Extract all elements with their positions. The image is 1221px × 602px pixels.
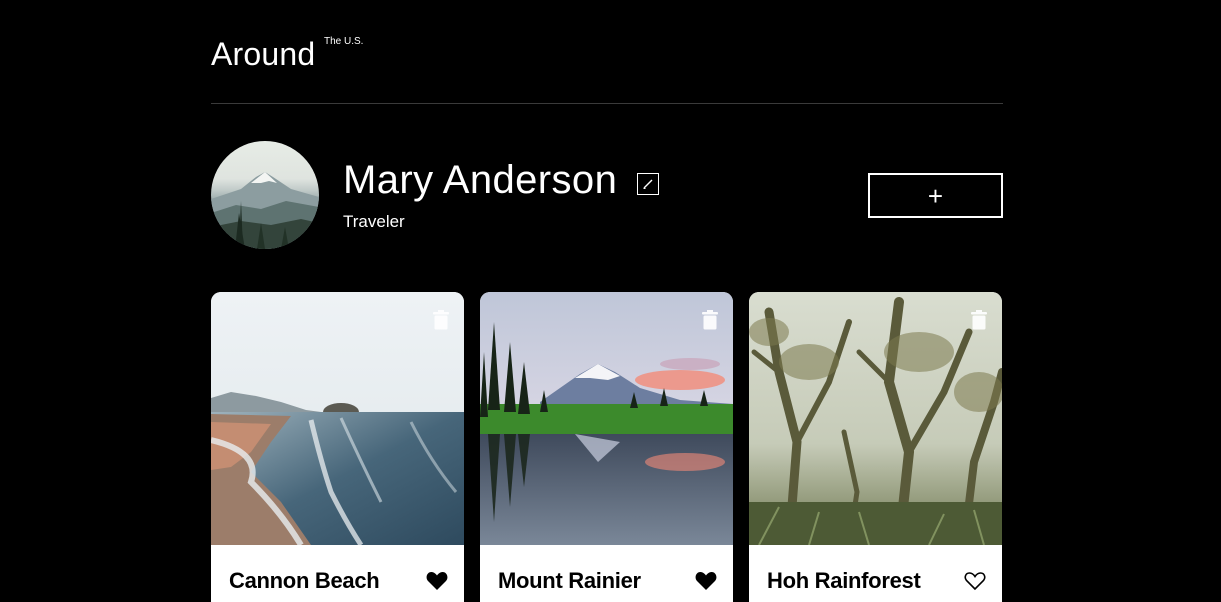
place-card: Cannon Beach — [211, 292, 464, 602]
pencil-icon — [643, 179, 653, 189]
logo-superscript: The U.S. — [324, 36, 364, 47]
rainforest-image — [749, 292, 1002, 545]
page: Around The U.S. Mary Anderson Traveler + — [0, 0, 1221, 602]
beach-image — [211, 292, 464, 545]
add-place-button[interactable]: + — [868, 173, 1003, 218]
card-footer: Mount Rainier — [480, 545, 733, 602]
card-footer: Hoh Rainforest — [749, 545, 1002, 602]
avatar[interactable] — [211, 141, 319, 249]
header: Around The U.S. — [211, 28, 1003, 104]
mountain-lake-image — [480, 292, 733, 545]
place-card: Mount Rainier — [480, 292, 733, 602]
card-image[interactable] — [480, 292, 733, 545]
card-title: Mount Rainier — [498, 568, 641, 593]
profile-name: Mary Anderson — [343, 158, 618, 202]
trash-icon[interactable] — [701, 310, 719, 330]
place-card: Hoh Rainforest — [749, 292, 1002, 602]
card-image[interactable] — [749, 292, 1002, 545]
heart-outline-icon[interactable] — [964, 571, 986, 591]
profile-role: Traveler — [343, 212, 405, 231]
avatar-image — [211, 172, 319, 249]
heart-filled-icon[interactable] — [426, 571, 448, 591]
logo: Around — [211, 36, 316, 72]
card-title: Cannon Beach — [229, 568, 380, 593]
card-footer: Cannon Beach — [211, 545, 464, 602]
card-title: Hoh Rainforest — [767, 568, 921, 593]
edit-profile-button[interactable] — [637, 173, 659, 195]
trash-icon[interactable] — [970, 310, 988, 330]
trash-icon[interactable] — [432, 310, 450, 330]
card-image[interactable] — [211, 292, 464, 545]
heart-filled-icon[interactable] — [695, 571, 717, 591]
